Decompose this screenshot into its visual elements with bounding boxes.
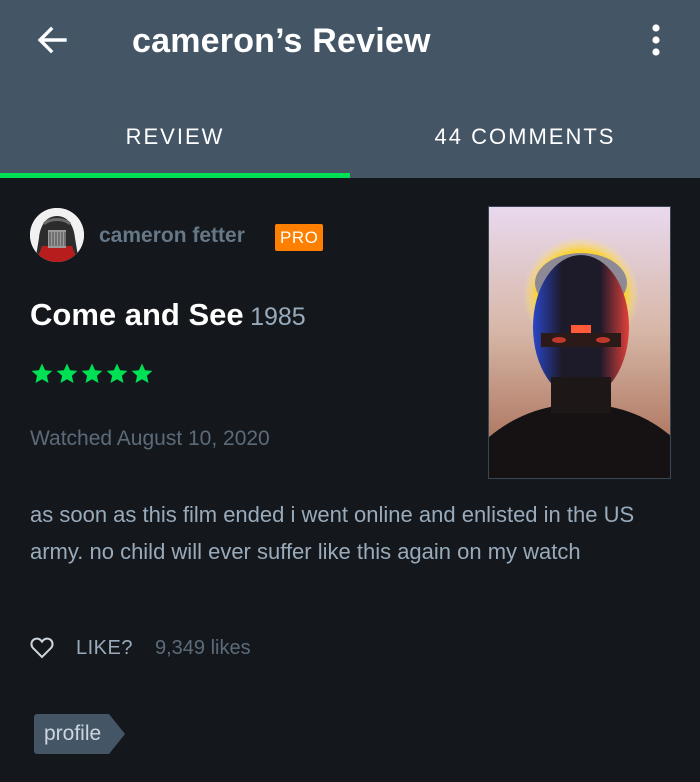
- watched-date: Watched August 10, 2020: [30, 427, 270, 450]
- reviewer-name[interactable]: cameron fetter: [99, 224, 245, 248]
- like-row: LIKE? 9,349 likes: [30, 632, 251, 664]
- tab-comments[interactable]: 44 COMMENTS: [350, 100, 700, 174]
- tag-label: profile: [34, 714, 110, 754]
- star-icon: [131, 363, 153, 383]
- like-button[interactable]: LIKE?: [76, 637, 133, 660]
- star-icon: [31, 363, 53, 383]
- avatar-image: [30, 208, 84, 262]
- more-options-button[interactable]: [636, 18, 676, 62]
- film-year[interactable]: 1985: [250, 303, 306, 331]
- app-header: cameron’s Review REVIEW 44 COMMENTS: [0, 0, 700, 178]
- star-icon: [56, 363, 78, 383]
- film-poster[interactable]: [488, 206, 671, 479]
- pro-badge: PRO: [275, 224, 324, 251]
- review-body: as soon as this film ended i went online…: [30, 502, 635, 564]
- star-icon: [81, 363, 103, 383]
- more-vertical-icon: [652, 24, 660, 56]
- likes-count[interactable]: 9,349 likes: [155, 637, 251, 660]
- film-title-row: Come and See 1985: [30, 297, 306, 333]
- back-button[interactable]: [30, 18, 74, 62]
- avatar[interactable]: [30, 208, 84, 262]
- tag-profile[interactable]: profile: [34, 714, 126, 754]
- star-rating: [30, 362, 154, 386]
- back-arrow-icon: [37, 26, 67, 54]
- film-title[interactable]: Come and See: [30, 297, 244, 332]
- tab-review[interactable]: REVIEW: [0, 100, 350, 174]
- active-tab-indicator: [0, 173, 350, 178]
- poster-image: [489, 207, 670, 478]
- heart-icon[interactable]: [30, 636, 54, 660]
- page-title: cameron’s Review: [132, 22, 431, 60]
- star-icon: [106, 363, 128, 383]
- tag-arrow-shape: [109, 714, 126, 754]
